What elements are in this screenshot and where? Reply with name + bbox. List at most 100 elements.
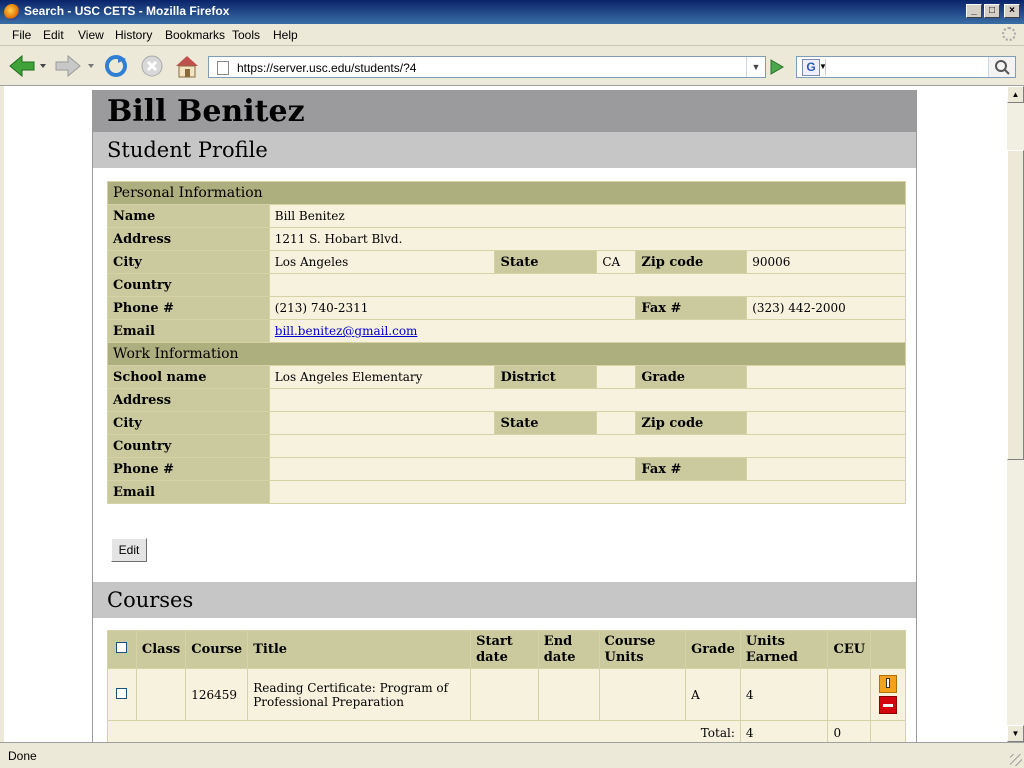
scrollbar-thumb[interactable] — [1007, 150, 1024, 460]
status-bar: Done — [0, 742, 1024, 768]
search-engine-selector[interactable]: G ▼ — [799, 59, 827, 76]
col-end-date: End date — [537, 630, 600, 669]
work-zip-label: Zip code — [635, 411, 748, 435]
row-title: Reading Certificate: Program of Professi… — [247, 668, 472, 721]
go-arrow-icon — [770, 59, 784, 75]
resize-grip-icon[interactable] — [1010, 754, 1022, 766]
search-button[interactable] — [988, 57, 1015, 77]
profile-section-header: Student Profile — [93, 132, 916, 168]
profile-heading: Student Profile — [107, 138, 268, 162]
grade-label: Grade — [635, 365, 748, 389]
col-title: Title — [247, 630, 472, 669]
search-bar[interactable]: G ▼ — [796, 56, 1016, 78]
work-country-label: Country — [107, 434, 270, 458]
delete-minus-icon[interactable] — [879, 696, 898, 714]
grade-value — [746, 365, 906, 389]
go-button[interactable] — [766, 57, 786, 77]
work-address-label: Address — [107, 388, 270, 412]
row-checkbox[interactable] — [116, 687, 128, 699]
page-icon — [217, 61, 229, 75]
row-course: 126459 — [185, 668, 249, 721]
row-units-earned: 4 — [739, 668, 829, 721]
menu-file[interactable]: File — [12, 28, 31, 42]
url-dropdown-arrow-icon[interactable]: ▼ — [746, 57, 765, 77]
work-zip-value — [746, 411, 906, 435]
address-label: Address — [107, 227, 270, 251]
work-phone-value — [268, 457, 637, 481]
courses-table: Class Course Title Start date End date C… — [107, 630, 906, 742]
fax-value: (323) 442-2000 — [746, 296, 906, 320]
address-bar[interactable]: https://server.usc.edu/students/?4 ▼ — [208, 56, 766, 78]
personal-info-heading: Personal Information — [107, 181, 906, 205]
col-course-units: Course Units — [598, 630, 687, 669]
fax-label: Fax # — [635, 296, 748, 320]
col-actions — [870, 630, 906, 669]
menu-bar: File Edit View History Bookmarks Tools H… — [0, 24, 1024, 46]
forward-button[interactable] — [54, 54, 98, 81]
state-value: CA — [596, 250, 637, 274]
email-link[interactable]: bill.benitez@gmail.com — [275, 324, 418, 338]
total-units-earned: 4 — [739, 720, 829, 742]
reload-button[interactable] — [104, 54, 128, 81]
menu-tools[interactable]: Tools — [232, 28, 260, 42]
city-value: Los Angeles — [268, 250, 496, 274]
menu-history[interactable]: History — [115, 28, 152, 42]
address-input[interactable]: https://server.usc.edu/students/?4 — [237, 61, 416, 75]
courses-heading: Courses — [107, 588, 194, 612]
menu-help[interactable]: Help — [273, 28, 298, 42]
scroll-up-arrow-icon[interactable]: ▲ — [1007, 86, 1024, 103]
work-info-heading: Work Information — [107, 342, 906, 366]
phone-value: (213) 740-2311 — [268, 296, 637, 320]
stop-button[interactable] — [140, 54, 164, 81]
work-fax-value — [746, 457, 906, 481]
window-title: Search - USC CETS - Mozilla Firefox — [24, 4, 230, 18]
work-state-value — [596, 411, 637, 435]
menu-bookmarks[interactable]: Bookmarks — [165, 28, 225, 42]
scroll-down-arrow-icon[interactable]: ▼ — [1007, 725, 1024, 742]
address-value: 1211 S. Hobart Blvd. — [268, 227, 907, 251]
edit-pencil-icon[interactable] — [879, 675, 898, 693]
edit-button[interactable]: Edit — [111, 538, 147, 562]
throbber-icon — [1002, 27, 1016, 41]
table-row: 126459 Reading Certificate: Program of P… — [107, 668, 906, 721]
menu-edit[interactable]: Edit — [43, 28, 64, 42]
back-arrow-icon — [9, 54, 46, 78]
row-ceu — [827, 668, 872, 721]
row-end-date — [537, 668, 600, 721]
maximize-button[interactable]: □ — [984, 4, 1000, 18]
forward-arrow-icon — [55, 54, 94, 78]
work-phone-label: Phone # — [107, 457, 270, 481]
row-course-units — [598, 668, 687, 721]
col-ceu: CEU — [827, 630, 872, 669]
state-label: State — [494, 250, 598, 274]
phone-label: Phone # — [107, 296, 270, 320]
minimize-button[interactable]: _ — [966, 4, 982, 18]
district-value — [596, 365, 637, 389]
name-label: Name — [107, 204, 270, 228]
col-grade: Grade — [685, 630, 741, 669]
google-icon: G — [802, 59, 820, 76]
col-course: Course — [185, 630, 249, 669]
window-titlebar: Search - USC CETS - Mozilla Firefox _ □ … — [0, 0, 1024, 24]
back-button[interactable] — [8, 54, 48, 81]
work-email-label: Email — [107, 480, 270, 504]
close-button[interactable]: × — [1004, 4, 1020, 18]
courses-section-header: Courses — [93, 582, 916, 618]
home-button[interactable] — [174, 54, 200, 81]
row-class — [135, 668, 187, 721]
status-text: Done — [8, 749, 37, 763]
profile-table: Personal Information Name Bill Benitez Ad… — [107, 181, 907, 504]
search-engine-dropdown-icon: ▼ — [819, 62, 827, 71]
col-start-date: Start date — [470, 630, 539, 669]
navigation-toolbar: https://server.usc.edu/students/?4 ▼ G ▼ — [0, 46, 1024, 86]
select-all-checkbox[interactable] — [116, 641, 128, 653]
student-page: Bill Benitez Student Profile Personal In… — [92, 90, 917, 742]
total-label: Total: — [107, 720, 741, 742]
col-class: Class — [135, 630, 187, 669]
name-value: Bill Benitez — [268, 204, 907, 228]
work-city-value — [268, 411, 496, 435]
row-grade: A — [685, 668, 741, 721]
vertical-scrollbar[interactable]: ▲ ▼ — [1007, 86, 1024, 742]
menu-view[interactable]: View — [78, 28, 104, 42]
work-country-value — [268, 434, 907, 458]
